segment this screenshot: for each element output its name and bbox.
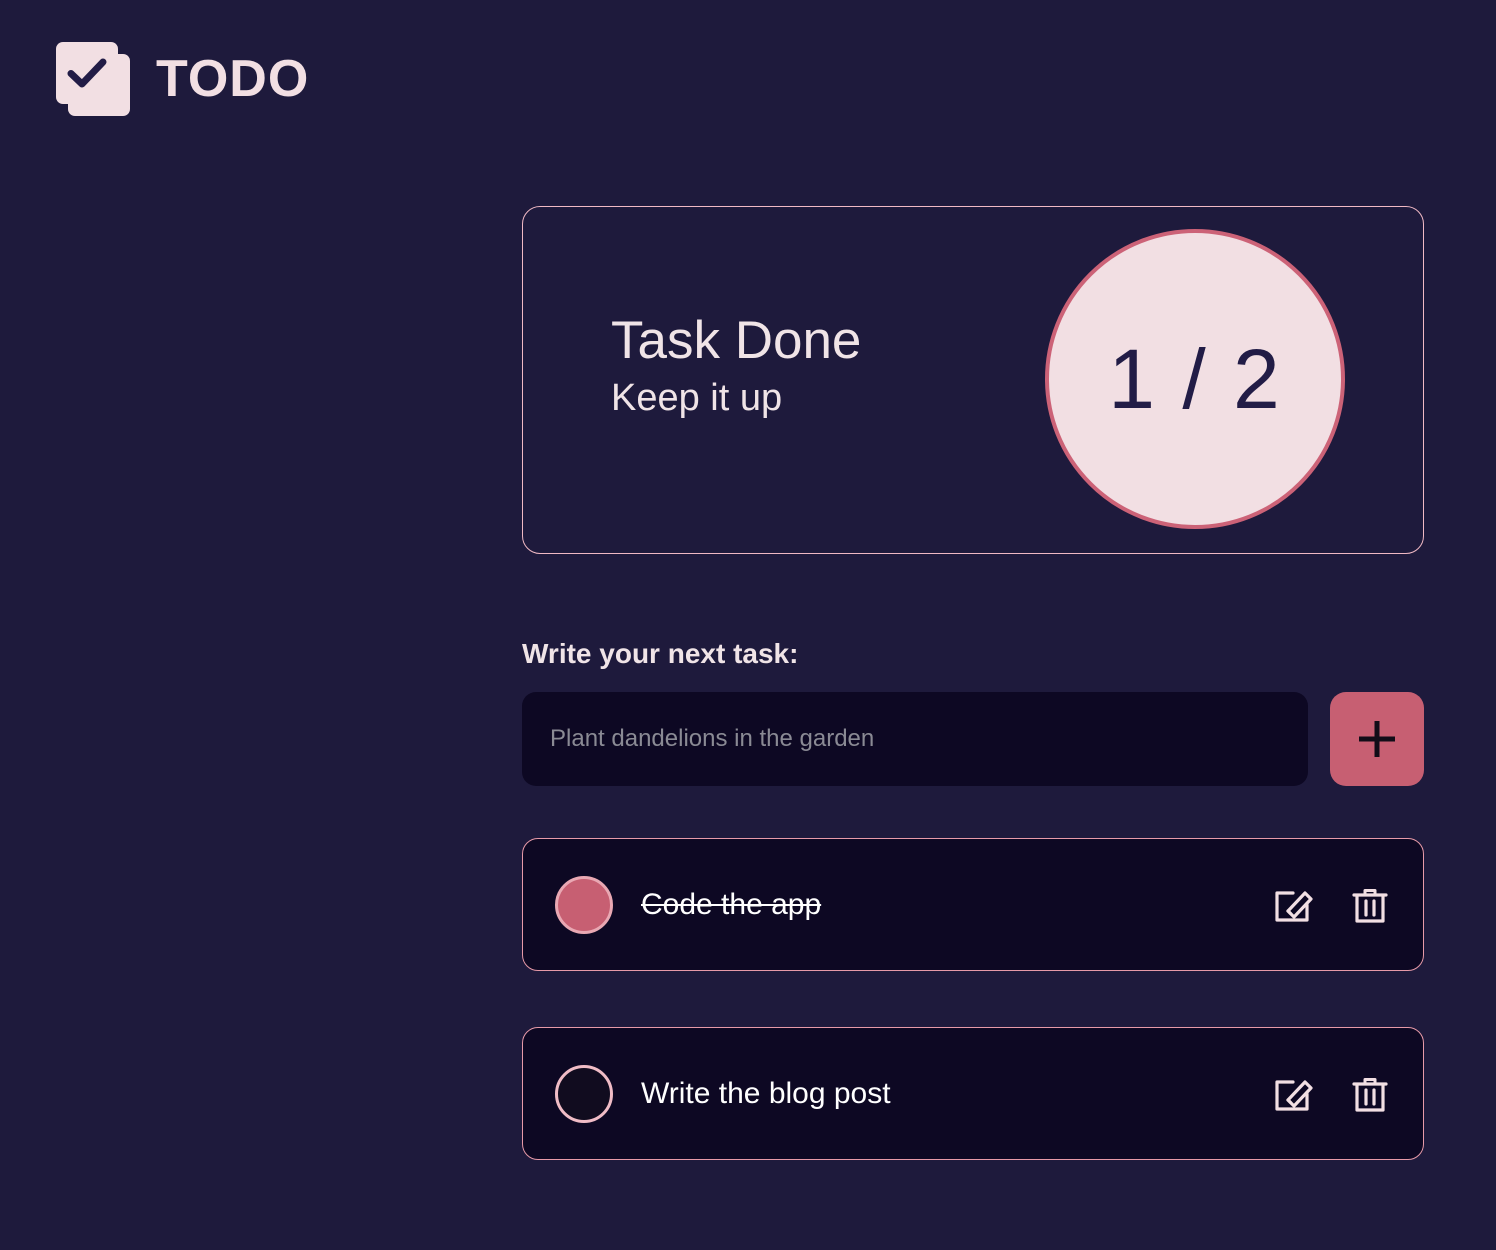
task-label: Write the blog post: [641, 1076, 891, 1110]
stats-title: Task Done: [611, 311, 862, 370]
app-brand: TODO: [56, 42, 309, 116]
task-row[interactable]: Code the app: [522, 838, 1424, 971]
logo-checkbox-square: [56, 42, 118, 104]
task-checkbox-pending[interactable]: [555, 1064, 613, 1123]
new-task-row: [522, 692, 1424, 786]
checkbox-stack-icon: [56, 42, 130, 116]
task-actions: [1271, 1071, 1393, 1117]
task-actions: [1271, 882, 1393, 928]
trash-icon: [1348, 1072, 1392, 1116]
edit-pencil-icon: [1272, 883, 1316, 927]
app-title: TODO: [156, 50, 310, 108]
delete-task-button[interactable]: [1347, 882, 1393, 928]
edit-pencil-icon: [1272, 1072, 1316, 1116]
task-list: Code the app Write the blog post: [522, 838, 1424, 1160]
task-checkbox-completed[interactable]: [555, 875, 613, 934]
add-task-button[interactable]: [1330, 692, 1424, 786]
task-label: Code the app: [641, 887, 822, 921]
edit-task-button[interactable]: [1271, 882, 1317, 928]
new-task-input[interactable]: [522, 692, 1308, 786]
trash-icon: [1348, 883, 1392, 927]
new-task-label: Write your next task:: [522, 638, 799, 669]
plus-icon: [1350, 712, 1404, 766]
delete-task-button[interactable]: [1347, 1071, 1393, 1117]
stats-text-block: Task Done Keep it up: [611, 311, 861, 422]
progress-count: 1 / 2: [1108, 332, 1282, 426]
edit-task-button[interactable]: [1271, 1071, 1317, 1117]
stats-subtitle: Keep it up: [611, 377, 783, 420]
stats-card: Task Done Keep it up 1 / 2: [522, 206, 1424, 554]
main-column: Task Done Keep it up 1 / 2 Write your ne…: [522, 206, 1424, 1160]
task-row[interactable]: Write the blog post: [522, 1027, 1424, 1160]
progress-circle: 1 / 2: [1045, 229, 1345, 529]
